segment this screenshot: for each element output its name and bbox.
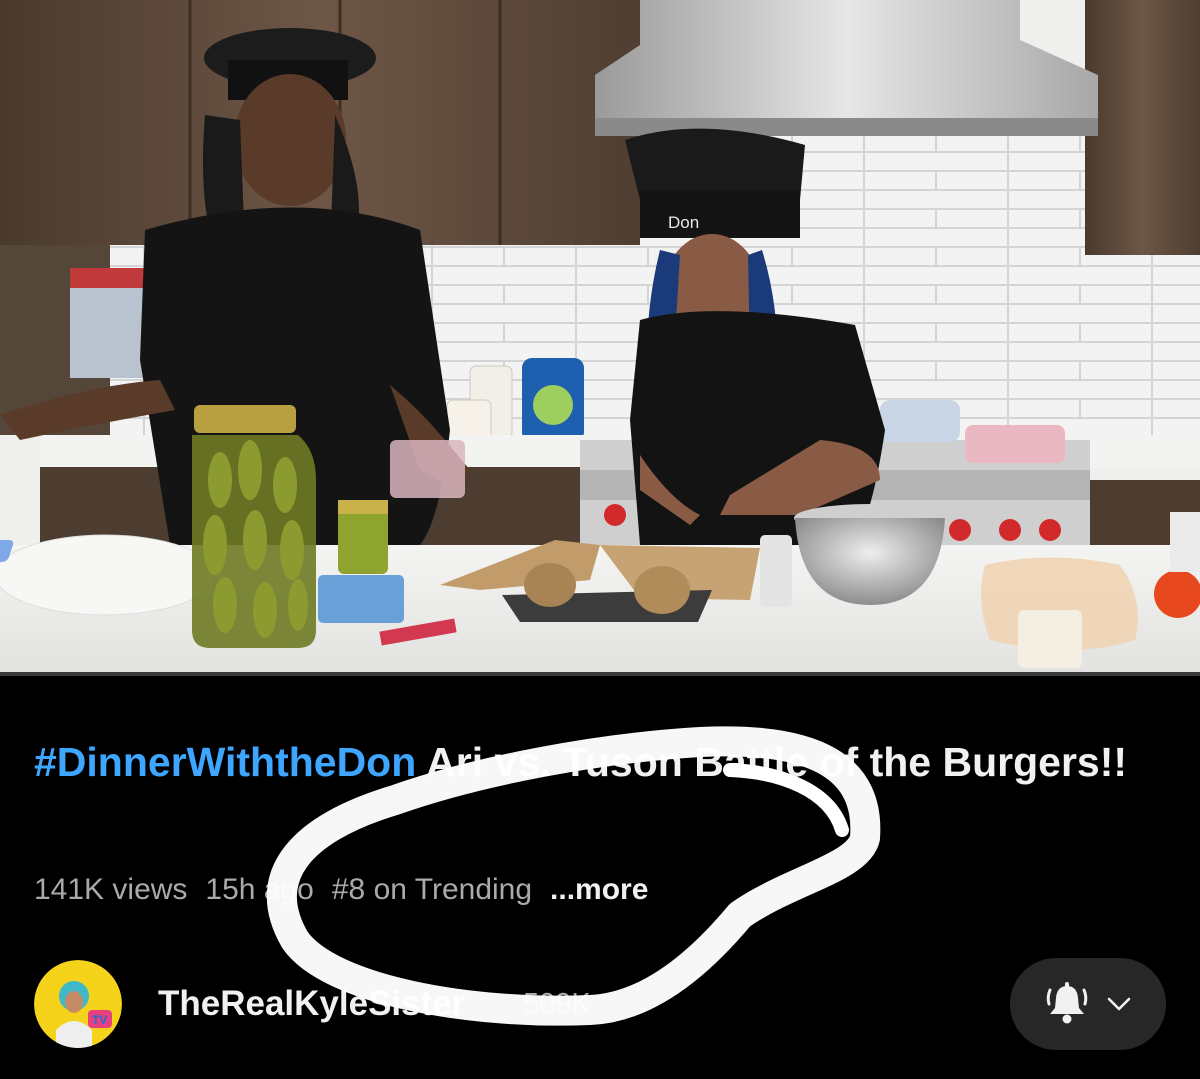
avatar-tv-text: TV	[92, 1013, 107, 1027]
channel-name[interactable]: TheRealKyleSister	[158, 982, 465, 1026]
upload-age: 15h ago	[205, 873, 314, 906]
video-thumbnail: Don	[0, 0, 1200, 673]
subscriber-count: 509K	[523, 988, 591, 1020]
bell-icon	[1046, 982, 1088, 1024]
subscribed-notifications-button[interactable]	[1010, 958, 1166, 1050]
trending-badge[interactable]: #8 on Trending	[332, 873, 532, 906]
view-count: 141K views	[34, 873, 188, 906]
avatar-image: TV	[34, 960, 122, 1048]
video-metadata: 141K views 15h ago #8 on Trending ...more	[34, 868, 666, 912]
title-hashtag-link[interactable]: #DinnerWiththeDon	[34, 739, 416, 785]
more-button[interactable]: ...more	[550, 873, 648, 906]
video-player[interactable]: Don	[0, 0, 1200, 673]
chevron-down-icon	[1107, 997, 1131, 1011]
title-text: Ari vs. Tuson Battle of the Burgers!!	[416, 739, 1128, 785]
channel-avatar[interactable]: TV	[34, 960, 122, 1048]
video-title[interactable]: #DinnerWiththeDon Ari vs. Tuson Battle o…	[34, 736, 1174, 788]
hat-logo-text: Don	[668, 213, 699, 232]
channel-row: TV TheRealKyleSister 509K	[0, 958, 1200, 1058]
